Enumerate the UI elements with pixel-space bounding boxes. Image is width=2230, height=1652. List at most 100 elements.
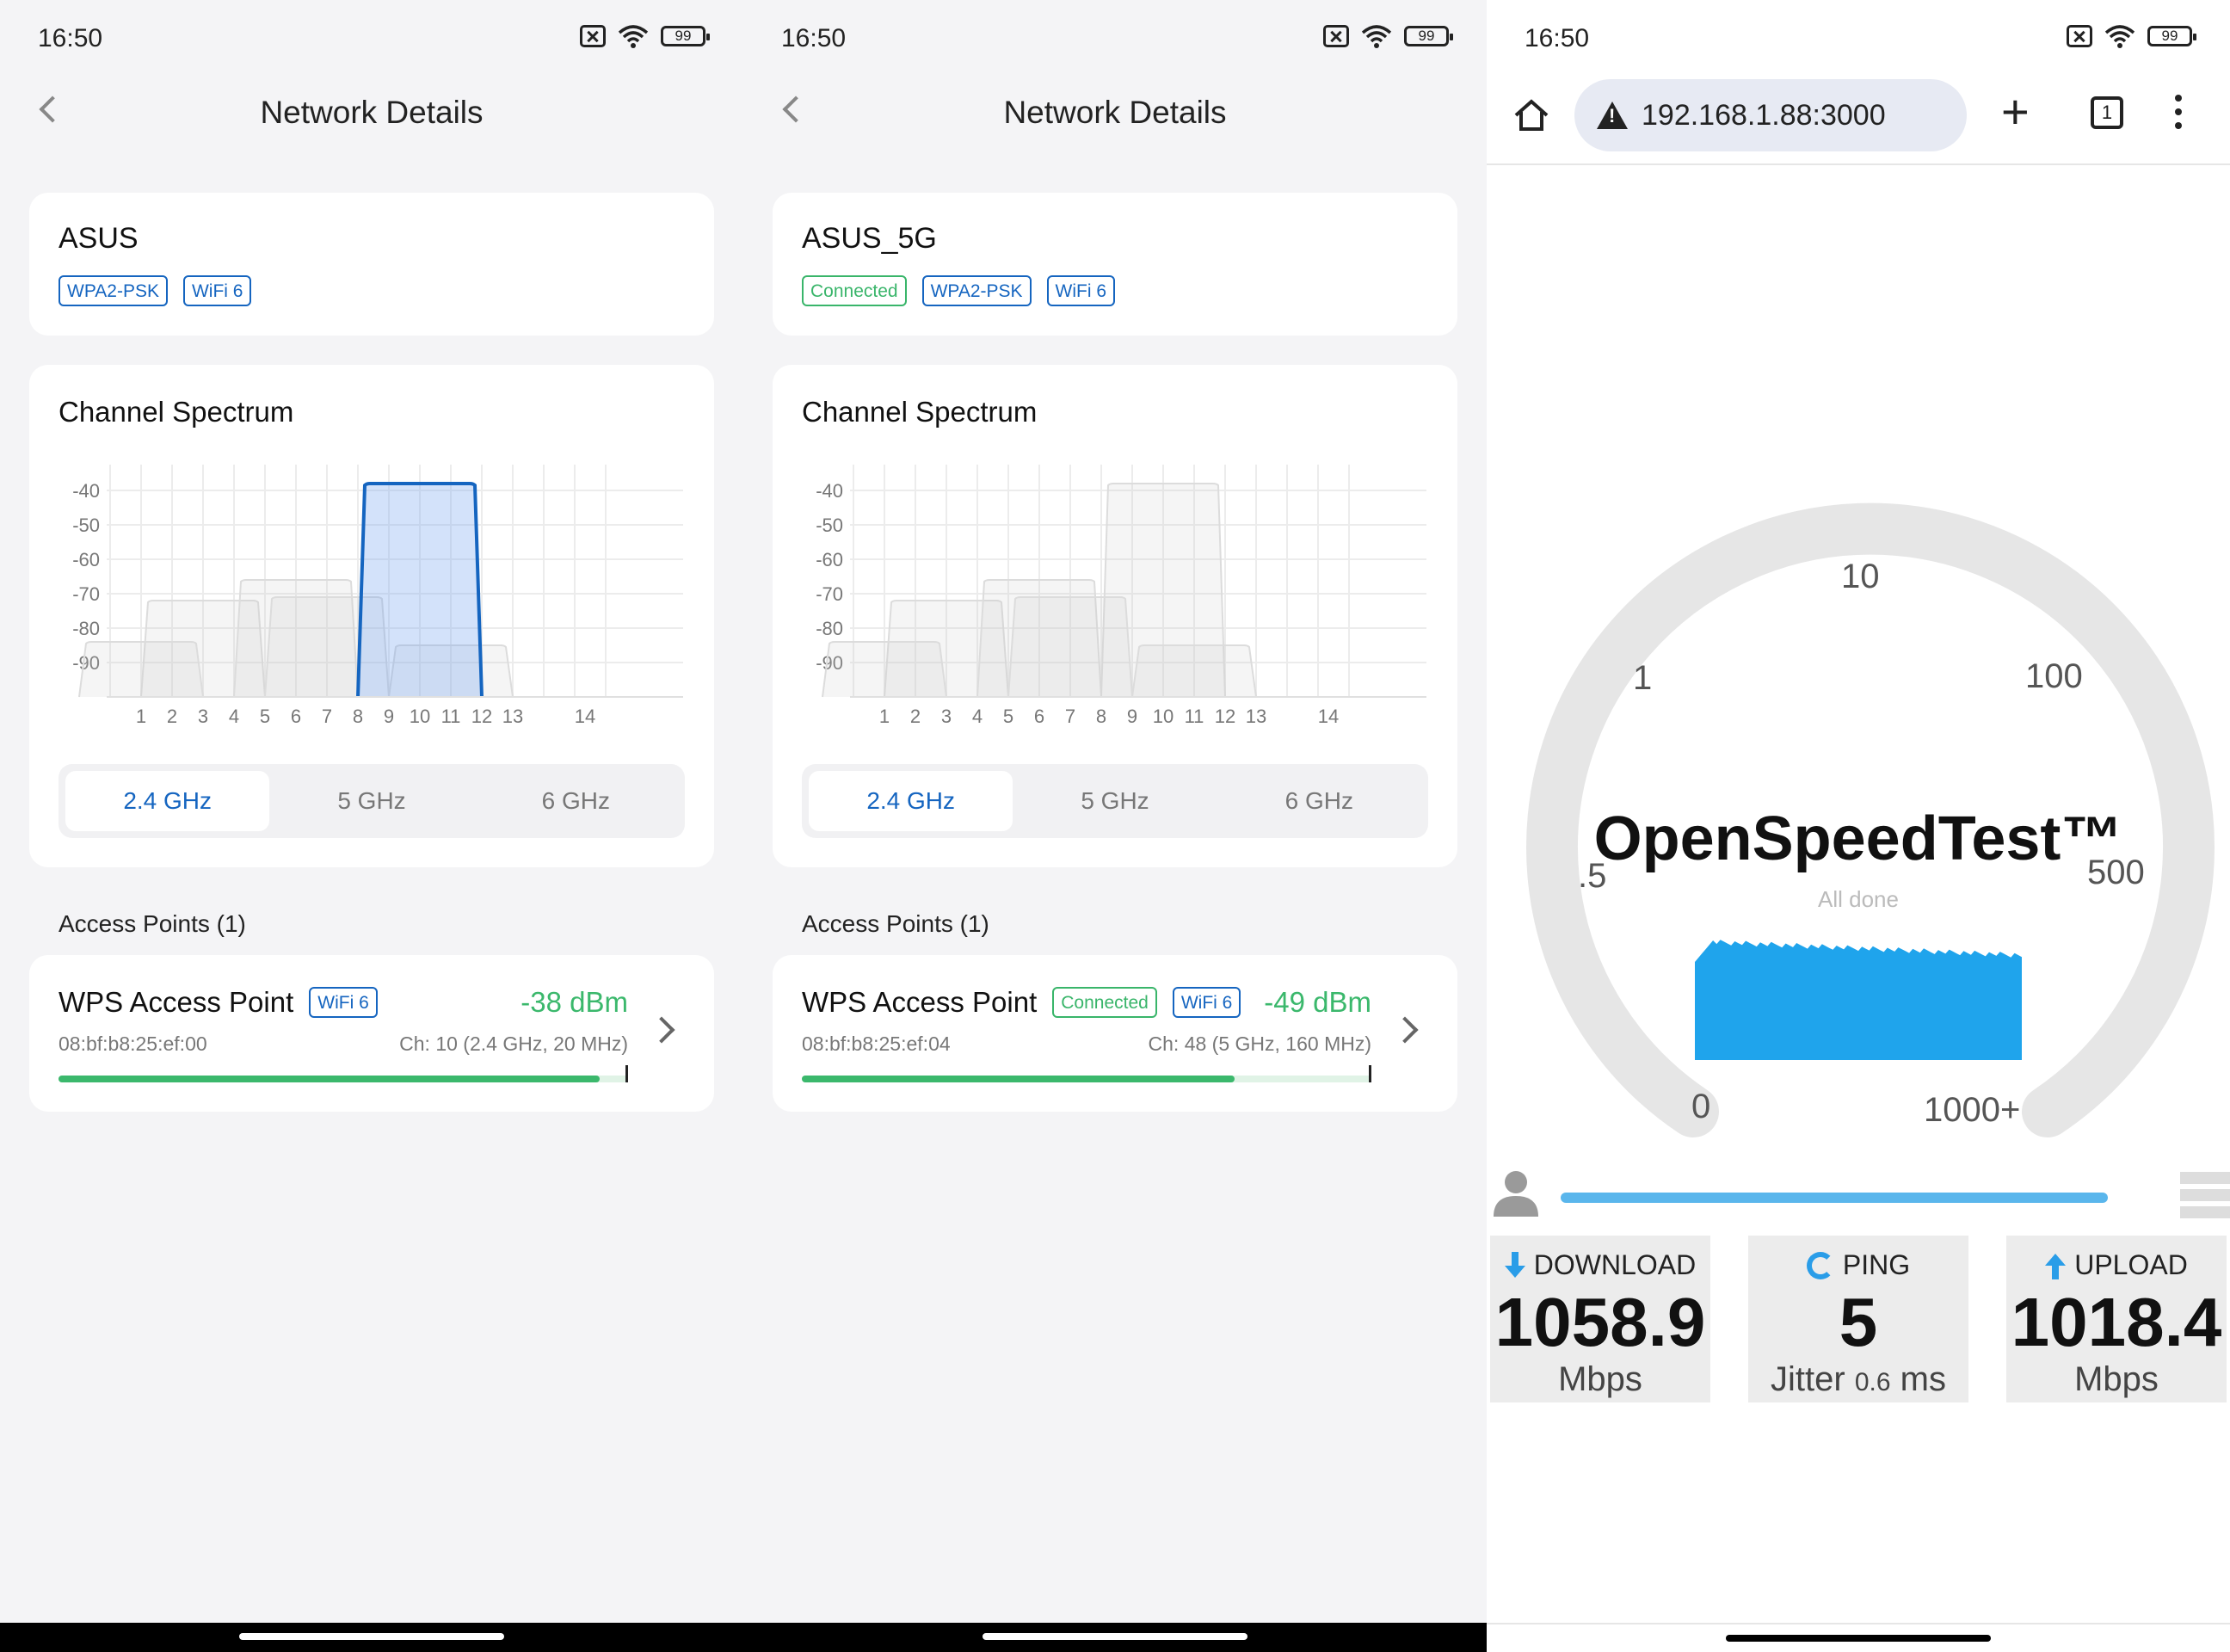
upload-arrow-icon [2045, 1253, 2067, 1279]
security-badge: WPA2-PSK [921, 275, 1032, 306]
spectrum-title: Channel Spectrum [59, 396, 294, 428]
spectrum-card: Channel Spectrum -40-50-60-70-80-9012345… [29, 365, 714, 867]
x-tick-label: 12 [1215, 706, 1235, 727]
download-arrow-icon [1504, 1251, 1525, 1278]
x-tick-label: 2 [167, 706, 177, 727]
app-header: Network Details [0, 79, 743, 148]
new-tab-icon[interactable]: + [2001, 88, 2030, 136]
url-text: 192.168.1.88:3000 [1642, 98, 1886, 132]
brand-title: OpenSpeedTest™ [1593, 804, 2123, 873]
band-tab-6ghz[interactable]: 6 GHz [1217, 771, 1421, 831]
network-details-panel-asus: 16:50 99 Network Details ASUS WPA2-PSK W… [0, 0, 743, 1623]
upload-stat: UPLOAD 1018.4 Mbps [2006, 1236, 2227, 1402]
x-tick-label: 1 [879, 706, 890, 727]
page-title: Network Details [260, 95, 484, 130]
gauge-tick-0: 0 [1691, 1088, 1711, 1125]
gauge-arc [1526, 502, 2215, 1137]
ap-mac-address: 08:bf:b8:25:ef:00 [59, 1032, 207, 1055]
x-tick-label: 7 [322, 706, 332, 727]
status-bar: 16:50 99 [0, 0, 743, 79]
y-tick-label: -60 [816, 549, 843, 570]
home-icon[interactable] [1512, 96, 1550, 134]
speed-graph [1695, 940, 2022, 1060]
y-tick-label: -60 [72, 549, 100, 570]
signal-bar-fill [802, 1076, 1235, 1082]
band-tab-2-4ghz[interactable]: 2.4 GHz [65, 771, 270, 831]
background-network-area [78, 641, 204, 698]
y-tick-label: -50 [816, 515, 843, 536]
status-time: 16:50 [1525, 24, 1590, 52]
upload-label: UPLOAD [2074, 1249, 2188, 1280]
address-bar[interactable]: 192.168.1.88:3000 [1574, 79, 1967, 151]
not-secure-warning-icon [1597, 102, 1628, 129]
ap-name: WPS Access Point [802, 986, 1038, 1018]
x-tick-label: 1 [136, 706, 146, 727]
ping-stat: PING 5 Jitter 0.6 ms [1748, 1236, 1968, 1402]
browser-panel: 16:50 99 192.168.1.88:3000 + 1 0 .5 [1487, 0, 2230, 1623]
gesture-handle[interactable] [983, 1633, 1247, 1640]
download-value: 1058.9 [1494, 1284, 1706, 1360]
server-icon [2180, 1172, 2230, 1218]
background-network-area [1131, 644, 1257, 698]
band-tab-2-4ghz[interactable]: 2.4 GHz [809, 771, 1013, 831]
background-network-area [822, 641, 947, 698]
channel-spectrum-chart: -40-50-60-70-80-901234567891011121314 [816, 465, 1426, 727]
wifi-standard-badge: WiFi 6 [182, 275, 252, 306]
x-tick-label: 11 [441, 706, 461, 727]
channel-spectrum-chart: -40-50-60-70-80-901234567891011121314 [72, 465, 683, 727]
gesture-handle[interactable] [1726, 1635, 1991, 1642]
band-tab-5ghz[interactable]: 5 GHz [1013, 771, 1217, 831]
access-point-row[interactable]: WPS Access Point Connected WiFi 6 -49 dB… [773, 955, 1457, 1112]
more-menu-icon[interactable] [2175, 95, 2182, 136]
screen: 16:50 99 Network Details ASUS WPA2-PSK W… [0, 0, 2230, 1652]
network-ssid: ASUS [59, 222, 139, 255]
download-stat: DOWNLOAD 1058.9 Mbps [1490, 1236, 1710, 1402]
speed-gauge: 0 .5 1 10 100 500 1000+ OpenSpeedTest™ A… [1487, 165, 2230, 1284]
connected-badge: Connected [802, 275, 907, 306]
test-progress-line [1561, 1193, 2108, 1203]
security-badge: WPA2-PSK [59, 275, 168, 306]
x-tick-label: 3 [941, 706, 952, 727]
gauge-tick-10: 10 [1841, 558, 1880, 595]
x-tick-label: 9 [1127, 706, 1137, 727]
x-tick-label: 9 [384, 706, 394, 727]
jitter-unit: ms [1900, 1360, 1946, 1398]
download-label: DOWNLOAD [1533, 1249, 1697, 1280]
download-unit: Mbps [1558, 1360, 1642, 1398]
status-bar: 16:50 99 [743, 0, 1487, 79]
signal-bar-marker [1369, 1065, 1371, 1082]
signal-strength: -38 dBm [521, 986, 628, 1018]
system-nav-bar [1487, 1623, 2230, 1652]
signal-bar-fill [59, 1076, 600, 1082]
gauge-tick-100: 100 [2025, 657, 2083, 695]
battery-icon: 99 [1404, 26, 1453, 46]
x-tick-label: 13 [1246, 706, 1266, 727]
ping-label: PING [1842, 1249, 1911, 1280]
band-selector: 2.4 GHz 5 GHz 6 GHz [802, 764, 1428, 838]
band-tab-6ghz[interactable]: 6 GHz [474, 771, 678, 831]
battery-icon: 99 [2147, 26, 2196, 46]
access-point-row[interactable]: WPS Access Point WiFi 6 -38 dBm 08:bf:b8… [29, 955, 714, 1112]
wifi-standard-badge: WiFi 6 [1172, 987, 1241, 1018]
signal-bar-marker [625, 1065, 628, 1082]
band-selector: 2.4 GHz 5 GHz 6 GHz [59, 764, 685, 838]
x-tick-label: 4 [229, 706, 239, 727]
x-tick-label: 2 [910, 706, 921, 727]
gesture-handle[interactable] [239, 1633, 504, 1640]
y-tick-label: -40 [816, 480, 843, 502]
status-time: 16:50 [38, 24, 103, 52]
x-tick-label: 5 [260, 706, 270, 727]
battery-icon: 99 [661, 26, 710, 46]
network-card: ASUS WPA2-PSK WiFi 6 [29, 193, 714, 336]
background-network-area [1007, 596, 1133, 698]
band-tab-5ghz[interactable]: 5 GHz [269, 771, 473, 831]
tab-switcher-icon[interactable]: 1 [2091, 96, 2123, 129]
network-ssid: ASUS_5G [802, 222, 937, 255]
y-tick-label: -40 [72, 480, 100, 502]
wifi-standard-badge: WiFi 6 [309, 987, 378, 1018]
wifi-icon [1361, 25, 1392, 48]
x-tick-label: 4 [972, 706, 983, 727]
jitter-value: 0.6 [1854, 1368, 1891, 1396]
x-tick-label: 10 [1153, 706, 1174, 727]
ping-value: 5 [1839, 1284, 1878, 1360]
